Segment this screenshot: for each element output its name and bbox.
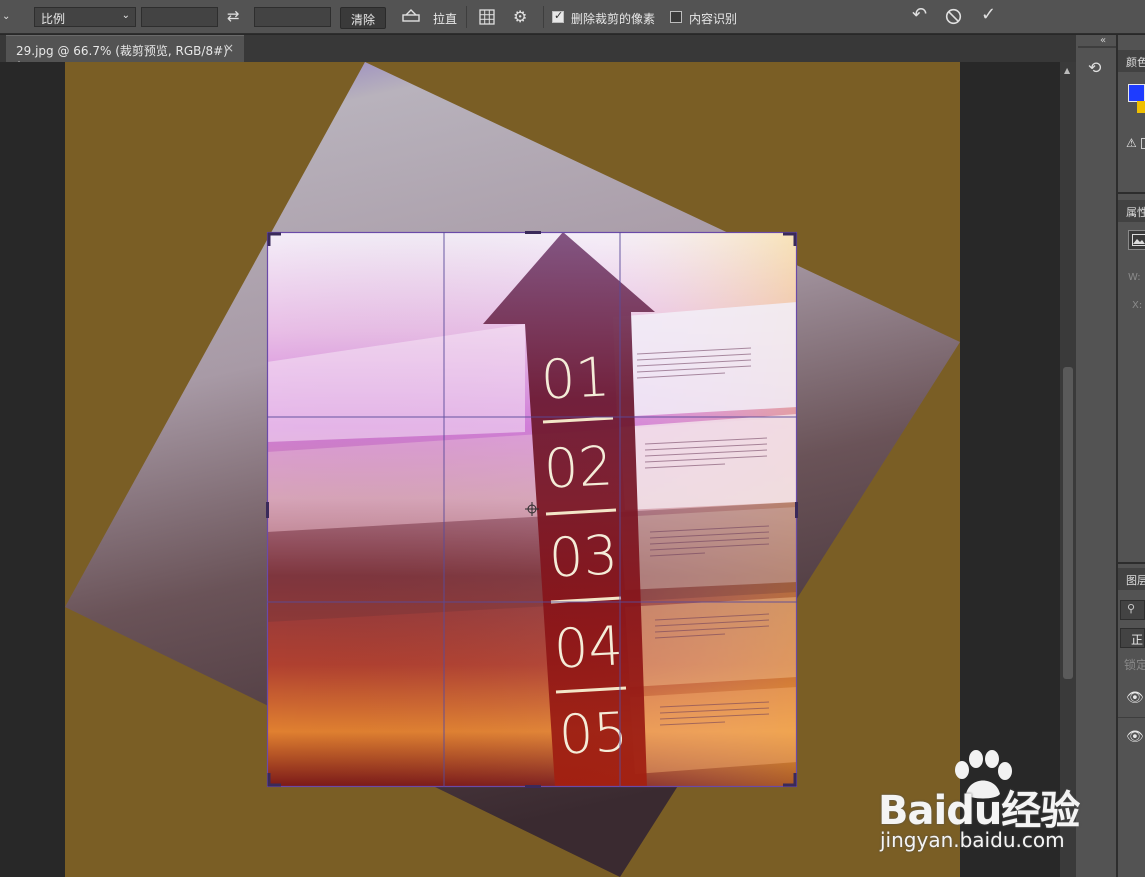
properties-panel-tab[interactable]: 属性 <box>1118 200 1145 222</box>
delete-cropped-checkbox[interactable] <box>552 9 564 23</box>
foreground-color-swatch[interactable] <box>1128 84 1145 102</box>
straighten-label[interactable]: 拉直 <box>433 10 457 27</box>
options-bar: ⌄ 比例 ⌄ ⇄ 清除 拉直 ⚙ 删除裁剪的像素 内容识别 ↶ ✓ <box>0 0 1145 34</box>
ratio-select[interactable]: 比例 ⌄ <box>34 7 136 27</box>
content-aware-checkbox[interactable] <box>670 11 682 23</box>
layer-filter-search[interactable]: ⚲ <box>1120 600 1145 620</box>
layers-panel-tab[interactable]: 图层 <box>1118 568 1145 590</box>
properties-x-label: X: <box>1132 300 1143 311</box>
grid-overlay-icon[interactable] <box>479 9 495 25</box>
panel-divider <box>1118 562 1145 564</box>
background-color-swatch[interactable] <box>1137 101 1145 113</box>
search-icon: ⚲ <box>1127 602 1136 615</box>
blend-mode-value: 正常 <box>1131 633 1144 647</box>
tool-preset-arrow-icon[interactable]: ⌄ <box>2 9 10 25</box>
warning-icon: ⚠ <box>1126 136 1137 150</box>
baidu-watermark: Baidu经验 jingyan.baidu.com <box>870 750 1110 860</box>
layers-panel-title: 图层 <box>1126 574 1145 587</box>
image-layer-icon <box>1128 230 1145 250</box>
properties-w-label: W: <box>1128 272 1141 283</box>
height-field[interactable] <box>254 7 331 27</box>
commit-icon[interactable]: ✓ <box>981 6 996 24</box>
chevron-down-icon: ⌄ <box>121 10 130 21</box>
color-panel-tab[interactable]: 颜色 <box>1118 50 1145 72</box>
gamut-swatch[interactable] <box>1141 138 1145 149</box>
separator <box>466 6 467 28</box>
level-icon[interactable] <box>402 9 420 23</box>
layer-row[interactable]: 👁 <box>1118 680 1145 718</box>
reset-icon[interactable]: ↶ <box>912 6 927 24</box>
lock-label: 锁定 <box>1124 658 1145 672</box>
ratio-select-value: 比例 <box>41 12 66 26</box>
width-field[interactable] <box>141 7 218 27</box>
close-icon[interactable]: × <box>224 41 234 55</box>
visibility-eye-icon[interactable]: 👁 <box>1126 729 1144 745</box>
gear-icon[interactable]: ⚙ <box>513 9 527 25</box>
document-tab-strip: 29.jpg @ 66.7% (裁剪预览, RGB/8#) * × <box>0 35 1076 73</box>
clear-button[interactable]: 清除 <box>340 7 387 29</box>
properties-panel-title: 属性 <box>1126 206 1145 219</box>
color-panel-title: 颜色 <box>1126 56 1145 69</box>
swap-icon[interactable]: ⇄ <box>227 8 240 24</box>
visibility-eye-icon[interactable]: 👁 <box>1126 690 1144 706</box>
panel-divider <box>1118 192 1145 194</box>
content-aware-label[interactable]: 内容识别 <box>689 10 737 27</box>
document-tab[interactable]: 29.jpg @ 66.7% (裁剪预览, RGB/8#) * × <box>6 35 244 73</box>
panel-strip-divider <box>1078 46 1117 48</box>
history-icon[interactable]: ⟲ <box>1088 58 1101 77</box>
cancel-icon[interactable] <box>945 8 962 25</box>
collapse-panels-icon[interactable]: « <box>1100 35 1106 46</box>
crop-box[interactable] <box>65 62 960 877</box>
delete-cropped-label[interactable]: 删除裁剪的像素 <box>571 10 655 27</box>
separator <box>543 6 544 28</box>
blend-mode-select[interactable]: 正常 <box>1120 628 1145 648</box>
artboard[interactable]: 01 02 03 04 05 <box>65 62 960 877</box>
scrollbar-thumb[interactable] <box>1063 367 1073 679</box>
baidu-watermark-url: jingyan.baidu.com <box>880 828 1065 852</box>
scroll-up-icon[interactable]: ▲ <box>1064 66 1070 75</box>
layer-row[interactable]: 👁 <box>1118 719 1145 757</box>
